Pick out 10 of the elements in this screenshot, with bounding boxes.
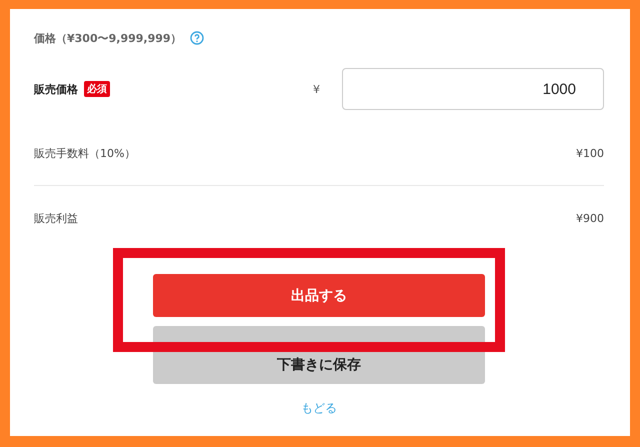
price-input[interactable]: 1000 <box>342 68 604 110</box>
summary-label: 販売手数料（10%） <box>34 146 136 160</box>
currency-symbol: ¥ <box>313 82 320 96</box>
summary-label: 販売利益 <box>34 210 78 226</box>
section-title: 価格（¥300〜9,999,999） <box>34 30 182 46</box>
required-badge: 必須 <box>84 81 110 97</box>
summary-amount: ¥100 <box>576 146 604 160</box>
submit-button[interactable]: 出品する <box>153 274 485 317</box>
summary-amount: ¥900 <box>576 212 604 224</box>
field-label: 販売価格 <box>34 82 78 96</box>
